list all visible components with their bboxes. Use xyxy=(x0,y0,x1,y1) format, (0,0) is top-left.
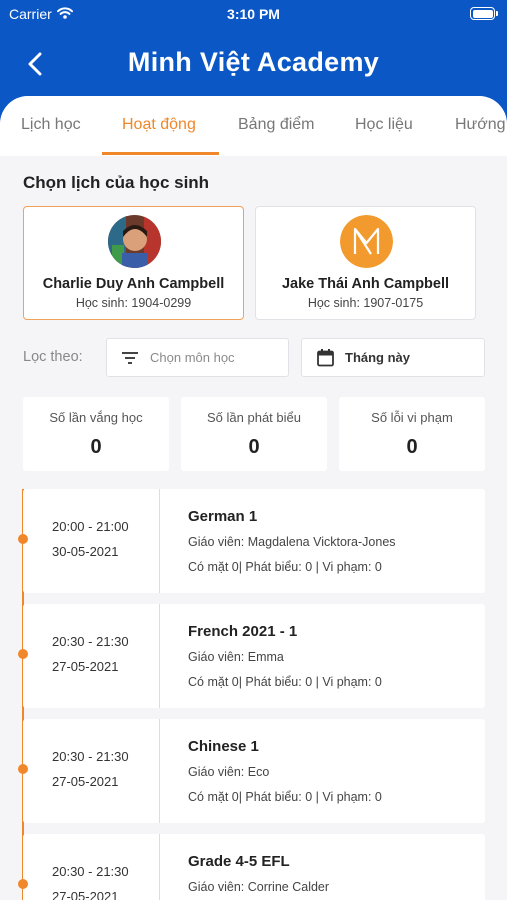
tab-schedule[interactable]: Lịch học xyxy=(21,96,81,156)
activity-teacher: Giáo viên: Magdalena Vicktora-Jones xyxy=(188,535,396,549)
student-name: Charlie Duy Anh Campbell xyxy=(42,276,225,292)
activity-item[interactable]: 20:00 - 21:00 30-05-2021 German 1 Giáo v… xyxy=(18,489,485,593)
activity-time: 20:30 - 21:30 xyxy=(52,749,129,764)
activity-subject: French 2021 - 1 xyxy=(188,623,298,640)
student-card-charlie[interactable]: Charlie Duy Anh Campbell Học sinh: 1904-… xyxy=(23,206,244,320)
stat-value: 0 xyxy=(406,436,418,458)
activity-stats: Có mặt 0| Phát biểu: 0 | Vi phạm: 0 xyxy=(188,675,382,689)
timeline-dot xyxy=(18,649,28,659)
battery-icon xyxy=(470,7,498,20)
student-avatar-photo xyxy=(108,215,161,268)
status-bar: Carrier 3:10 PM xyxy=(0,0,507,30)
timeline-dot xyxy=(18,534,28,544)
activity-divider xyxy=(159,719,160,823)
content-sheet: Lịch học Hoạt động Bảng điểm Học liệu Hư… xyxy=(0,96,507,900)
student-card-jake[interactable]: Jake Thái Anh Campbell Học sinh: 1907-01… xyxy=(255,206,476,320)
tab-grades[interactable]: Bảng điểm xyxy=(238,96,315,156)
calendar-icon xyxy=(316,348,334,367)
tab-activity[interactable]: Hoạt động xyxy=(122,96,196,156)
period-filter-dropdown[interactable]: Tháng này xyxy=(301,338,485,377)
timeline-dot xyxy=(18,879,28,889)
activity-stats: Có mặt 0| Phát biểu: 0 | Vi phạm: 0 xyxy=(188,790,382,804)
activity-date: 30-05-2021 xyxy=(52,544,119,559)
stat-card-violations: Số lỗi vi phạm 0 xyxy=(339,397,485,471)
activity-subject: Chinese 1 xyxy=(188,738,259,755)
student-name: Jake Thái Anh Campbell xyxy=(281,276,450,292)
activity-date: 27-05-2021 xyxy=(52,889,119,900)
active-tab-indicator xyxy=(102,152,219,155)
activity-item[interactable]: 20:30 - 21:30 27-05-2021 Grade 4-5 EFL G… xyxy=(18,834,485,900)
activity-time: 20:30 - 21:30 xyxy=(52,634,129,649)
activity-date: 27-05-2021 xyxy=(52,659,119,674)
stat-label: Số lỗi vi phạm xyxy=(371,410,453,425)
activity-date: 27-05-2021 xyxy=(52,774,119,789)
activity-item[interactable]: 20:30 - 21:30 27-05-2021 Chinese 1 Giáo … xyxy=(18,719,485,823)
activity-divider xyxy=(159,834,160,900)
filter-icon xyxy=(121,349,139,367)
activity-divider xyxy=(159,604,160,708)
activity-time: 20:30 - 21:30 xyxy=(52,864,129,879)
filter-label: Lọc theo: xyxy=(23,349,83,365)
activity-time: 20:00 - 21:00 xyxy=(52,519,129,534)
activity-subject: German 1 xyxy=(188,508,258,525)
student-id: Học sinh: 1904-0299 xyxy=(75,296,192,310)
stat-card-absences: Số lần vắng học 0 xyxy=(23,397,169,471)
timeline-dot xyxy=(18,764,28,774)
stat-value: 0 xyxy=(248,436,260,458)
student-avatar-logo xyxy=(340,215,393,268)
activity-subject: Grade 4-5 EFL xyxy=(188,853,290,870)
student-id: Học sinh: 1907-0175 xyxy=(307,296,424,310)
tab-bar: Lịch học Hoạt động Bảng điểm Học liệu Hư… xyxy=(0,96,507,156)
tab-guide[interactable]: Hướng xyxy=(455,96,506,156)
subject-filter-placeholder: Chọn môn học xyxy=(150,350,235,365)
period-filter-value: Tháng này xyxy=(345,350,411,365)
activity-teacher: Giáo viên: Eco xyxy=(188,765,270,779)
nav-bar: Minh Việt Academy xyxy=(0,30,507,96)
activity-teacher: Giáo viên: Corrine Calder xyxy=(188,880,330,894)
tab-materials[interactable]: Học liệu xyxy=(355,96,413,156)
stat-value: 0 xyxy=(90,436,102,458)
activity-teacher: Giáo viên: Emma xyxy=(188,650,284,664)
stat-label: Số lần phát biểu xyxy=(207,410,301,425)
subject-filter-dropdown[interactable]: Chọn môn học xyxy=(106,338,289,377)
page-title: Minh Việt Academy xyxy=(127,47,380,77)
activity-stats: Có mặt 0| Phát biểu: 0 | Vi phạm: 0 xyxy=(188,560,382,574)
student-section-title: Chọn lịch của học sinh xyxy=(23,173,210,192)
stat-label: Số lần vắng học xyxy=(49,410,143,425)
activity-divider xyxy=(159,489,160,593)
status-time: 3:10 PM xyxy=(227,6,280,22)
stat-card-participation: Số lần phát biểu 0 xyxy=(181,397,327,471)
activity-item[interactable]: 20:30 - 21:30 27-05-2021 French 2021 - 1… xyxy=(18,604,485,708)
